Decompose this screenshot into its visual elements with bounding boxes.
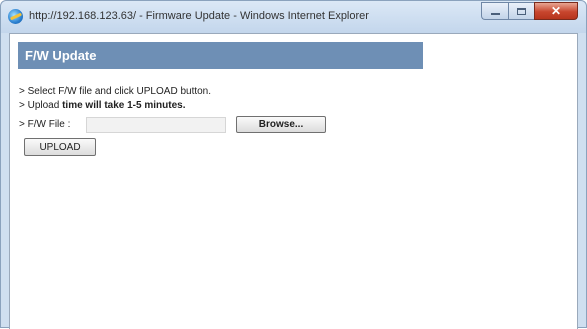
file-label: > F/W File : xyxy=(19,119,71,130)
maximize-button[interactable] xyxy=(508,2,534,20)
section-header: F/W Update xyxy=(18,42,423,69)
browse-button[interactable]: Browse... xyxy=(236,116,326,133)
browser-window: http://192.168.123.63/ - Firmware Update… xyxy=(0,0,587,329)
instruction-upload-time: > Upload time will take 1-5 minutes. xyxy=(19,100,185,111)
minimize-icon xyxy=(490,13,500,15)
close-icon: ✕ xyxy=(550,4,562,18)
ie-icon xyxy=(8,9,23,24)
close-button[interactable]: ✕ xyxy=(534,2,578,20)
instruction-upload-prefix: > Upload xyxy=(19,100,63,111)
instruction-upload-duration: time will take 1-5 minutes. xyxy=(62,100,186,111)
window-title: http://192.168.123.63/ - Firmware Update… xyxy=(29,10,369,22)
file-path-field[interactable] xyxy=(86,117,226,133)
instruction-select-file: > Select F/W file and click UPLOAD butto… xyxy=(19,86,212,97)
minimize-button[interactable] xyxy=(481,2,508,20)
upload-button[interactable]: UPLOAD xyxy=(24,138,96,156)
window-controls: ✕ xyxy=(481,2,578,22)
page-content: F/W Update > Select F/W file and click U… xyxy=(9,33,578,329)
page-title: F/W Update xyxy=(25,48,97,63)
title-bar[interactable]: http://192.168.123.63/ - Firmware Update… xyxy=(1,1,586,33)
maximize-icon xyxy=(517,7,526,15)
